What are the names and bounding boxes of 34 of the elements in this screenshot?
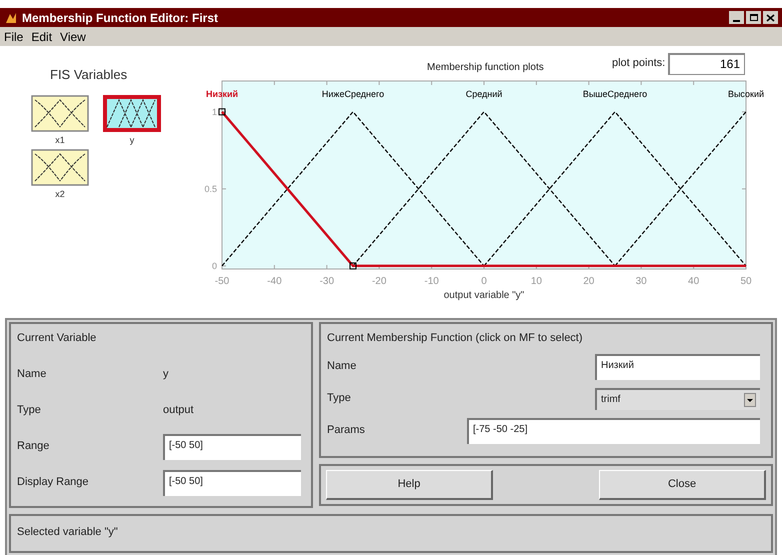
- field-label: Display Range: [17, 475, 90, 490]
- x-tick-label: -50: [214, 276, 230, 287]
- x-tick-label: 20: [583, 276, 594, 287]
- variable-name: y: [163, 367, 168, 382]
- plot-title: Membership function plots: [427, 61, 544, 75]
- x-tick-label: 40: [688, 276, 700, 287]
- y-tick-label: 1: [212, 106, 217, 117]
- field-label: Type: [327, 391, 352, 406]
- x-tick-label: -30: [320, 276, 334, 287]
- x-axis-label: output variable "y": [444, 290, 524, 301]
- y-tick-label: 0.5: [204, 184, 217, 194]
- field-label: Name: [17, 367, 48, 382]
- variable-label: x1: [55, 134, 65, 146]
- status-message: Selected variable "y": [17, 526, 118, 538]
- y-tick-label: 0: [212, 260, 217, 271]
- field-label: Range: [17, 439, 50, 454]
- variable-label: y: [130, 134, 134, 147]
- variable-type: output: [163, 403, 194, 418]
- panel-title: Current Membership Function (click on MF to select): [327, 331, 584, 346]
- panel-title: FIS Variables: [50, 66, 128, 84]
- x-tick-label: -20: [372, 276, 386, 287]
- x-tick-label: 50: [740, 276, 752, 287]
- field-label: Type: [17, 403, 42, 418]
- variable-label: x2: [55, 188, 65, 201]
- x-tick-label: 10: [530, 276, 542, 287]
- x-tick-label: -40: [267, 276, 282, 287]
- x-tick-label: 0: [481, 276, 487, 287]
- x-tick-label: -10: [424, 276, 439, 287]
- field-label: plot points:: [612, 56, 666, 71]
- window-title: Membership Function Editor: First: [22, 10, 218, 26]
- x-tick-label: 30: [636, 276, 647, 287]
- field-label: Name: [327, 359, 358, 374]
- field-label: Params: [327, 423, 366, 438]
- panel-title: Current Variable: [17, 331, 98, 346]
